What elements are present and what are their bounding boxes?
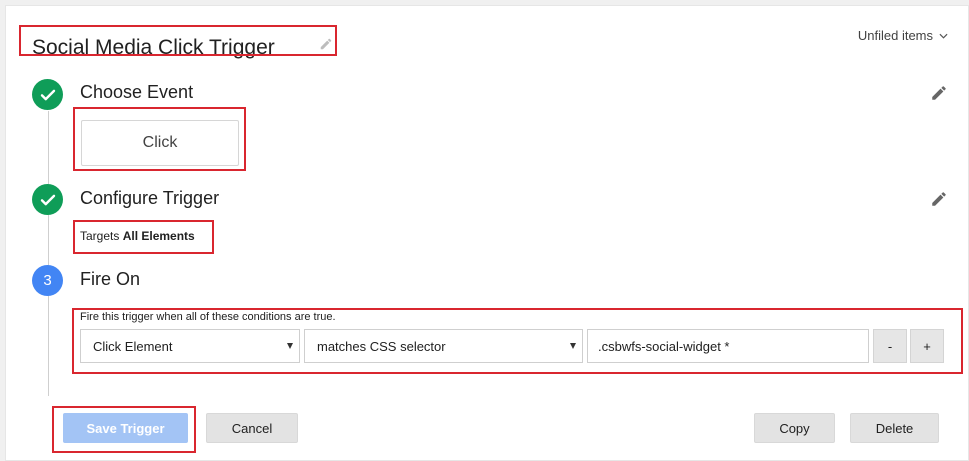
- step-2-complete-badge: [32, 184, 63, 215]
- trigger-editor-card: Social Media Click Trigger Unfiled items…: [5, 5, 969, 461]
- targets-highlight: [73, 220, 214, 254]
- save-highlight: [52, 406, 196, 453]
- checkmark-icon: [40, 89, 55, 100]
- checkmark-icon: [40, 194, 55, 205]
- step-1-complete-badge: [32, 79, 63, 110]
- pencil-icon[interactable]: [930, 84, 948, 102]
- delete-button[interactable]: Delete: [850, 413, 939, 443]
- step-3-number-badge: 3: [32, 265, 63, 296]
- chevron-down-icon: [939, 33, 948, 39]
- folder-label: Unfiled items: [857, 28, 933, 43]
- copy-button[interactable]: Copy: [754, 413, 835, 443]
- step-3-title: Fire On: [80, 269, 141, 289]
- event-highlight: [73, 107, 246, 171]
- pencil-icon[interactable]: [930, 190, 948, 208]
- step-1-title: Choose Event: [80, 82, 194, 102]
- step-2-title: Configure Trigger: [80, 188, 220, 208]
- folder-selector[interactable]: Unfiled items: [858, 28, 948, 43]
- step-timeline: [48, 111, 49, 396]
- conditions-highlight: [72, 308, 963, 374]
- title-highlight: [19, 25, 337, 56]
- cancel-button[interactable]: Cancel: [206, 413, 298, 443]
